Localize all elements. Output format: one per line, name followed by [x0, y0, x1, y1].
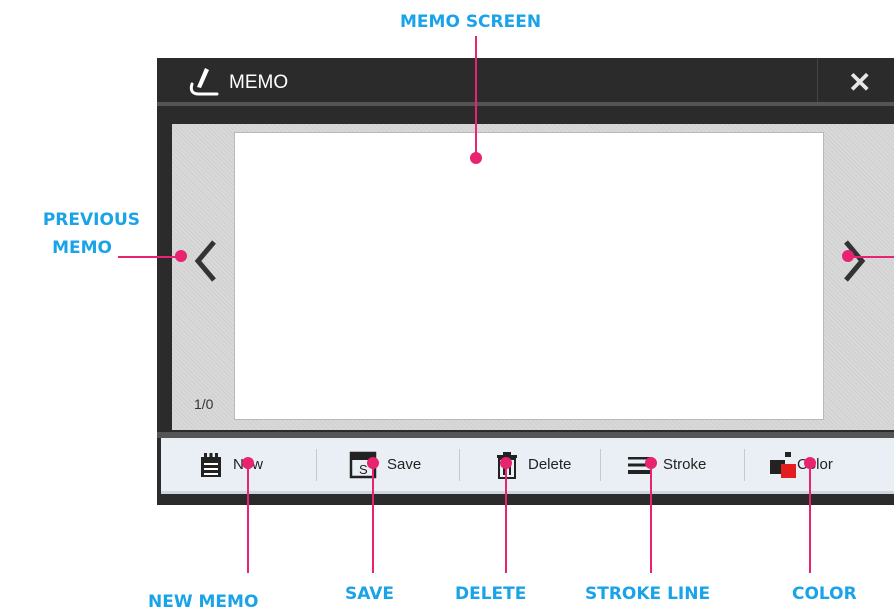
- save-button[interactable]: S Save: [349, 438, 421, 491]
- notepad-icon: [201, 452, 221, 477]
- title-bar: MEMO ✕: [157, 58, 894, 106]
- memo-canvas[interactable]: [234, 132, 824, 420]
- leader-color: [809, 463, 811, 573]
- chevron-right-icon: [844, 240, 866, 282]
- pen-icon: [187, 64, 223, 103]
- callout-color: COLOR: [792, 584, 857, 604]
- page-counter: 1/0: [194, 396, 214, 412]
- callout-memo-screen: MEMO SCREEN: [400, 12, 542, 32]
- leader-previous-memo: [118, 256, 180, 258]
- marker-memo-screen: [470, 152, 482, 164]
- close-button[interactable]: ✕: [817, 58, 894, 102]
- leader-stroke: [650, 463, 652, 573]
- callout-stroke-line: STROKE LINE: [585, 584, 711, 604]
- delete-label: Delete: [528, 456, 572, 473]
- leader-memo-screen: [475, 36, 477, 158]
- callout-delete: DELETE: [455, 584, 527, 604]
- callout-previous-line1: PREVIOUS: [42, 210, 140, 230]
- leader-next-memo: [850, 256, 894, 258]
- separator: [600, 449, 601, 481]
- memo-body: 1/0: [172, 124, 894, 430]
- stroke-label: Stroke: [663, 456, 707, 473]
- stroke-button[interactable]: Stroke: [627, 438, 706, 491]
- color-palette-icon: [770, 451, 796, 478]
- callout-new-memo: NEW MEMO: [148, 592, 259, 612]
- callout-save: SAVE: [345, 584, 395, 604]
- marker-previous-memo: [175, 250, 187, 262]
- separator: [316, 449, 317, 481]
- close-icon: ✕: [848, 67, 872, 98]
- leader-save: [372, 463, 374, 573]
- memo-window: MEMO ✕ 1/0 New: [157, 58, 894, 505]
- leader-new-memo: [247, 463, 249, 573]
- save-label: Save: [387, 456, 422, 473]
- leader-delete: [505, 463, 507, 573]
- previous-memo-button[interactable]: [186, 236, 226, 286]
- color-button[interactable]: Color: [769, 438, 833, 491]
- window-title: MEMO: [229, 72, 289, 93]
- next-memo-button[interactable]: [834, 236, 874, 286]
- separator: [459, 449, 460, 481]
- separator: [744, 449, 745, 481]
- chevron-left-icon: [194, 240, 216, 282]
- memo-toolbar: New S Save Delete: [161, 438, 894, 494]
- callout-previous-memo: PREVIOUS MEMO: [6, 206, 140, 262]
